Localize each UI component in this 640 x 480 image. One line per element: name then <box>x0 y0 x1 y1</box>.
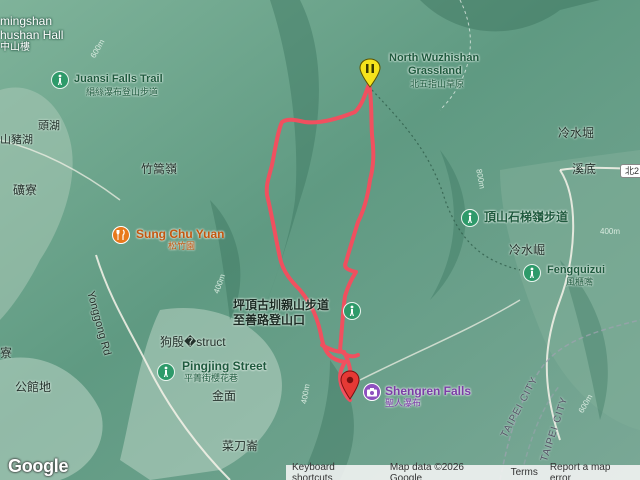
google-logo: Google <box>8 456 69 476</box>
place-label: 頭湖 <box>38 120 60 132</box>
hiking-icon[interactable] <box>157 363 175 381</box>
place-label: 菜刀崙 <box>222 439 259 453</box>
place-label: 金面 <box>212 389 237 403</box>
place-label: 溪底 <box>572 162 597 176</box>
north-wuzhishan-label: Grassland <box>408 65 462 77</box>
trail-start-marker-icon[interactable] <box>359 58 381 88</box>
hiking-icon[interactable] <box>461 209 479 227</box>
place-label: 竹篙嶺 <box>141 162 178 176</box>
hiking-icon[interactable] <box>523 264 541 282</box>
sung-chu-yuan-label[interactable]: Sung Chu Yuan <box>136 228 224 240</box>
place-label: 中山樓 <box>0 42 30 53</box>
juansi-trail-label[interactable]: Juansi Falls Trail <box>74 74 163 85</box>
highway-shield: 北2 <box>620 162 640 178</box>
keyboard-shortcuts-link[interactable]: Keyboard shortcuts <box>286 462 384 480</box>
place-label: mingshan <box>0 14 53 28</box>
place-label: 礦寮 <box>13 183 38 197</box>
contour-label: 400m <box>600 227 621 236</box>
report-error-link[interactable]: Report a map error <box>544 462 640 480</box>
pingding-trail-label[interactable]: 坪頂古圳親山步道 <box>233 299 329 311</box>
place-label: 寮 <box>0 346 13 360</box>
place-label: 冷水堀 <box>558 126 595 140</box>
pingjing-street-label[interactable]: Pingjing Street <box>182 360 267 372</box>
shengren-falls-label[interactable]: Shengren Falls <box>385 385 471 397</box>
north-wuzhishan-label-zh: 北五指山草原 <box>410 79 465 89</box>
place-label: 狗殷�struct <box>160 335 226 349</box>
hiking-icon[interactable] <box>51 71 69 89</box>
dingshan-trail-label[interactable]: 頂山石梯嶺步道 <box>484 211 568 223</box>
hiking-icon[interactable] <box>343 302 361 320</box>
map-data-attribution: Map data ©2026 Google <box>389 461 464 480</box>
fengquizui-label[interactable]: Fengquizui <box>547 265 605 276</box>
sung-chu-yuan-label-zh: 松竹園 <box>168 241 196 251</box>
place-label: hushan Hall <box>0 28 64 42</box>
shengren-falls-label-zh: 聖人瀑布 <box>385 398 422 408</box>
fengquizui-label-zh: 風櫃嘴 <box>566 277 594 287</box>
camera-icon[interactable] <box>363 383 381 401</box>
place-label: 冷水崛 <box>509 243 546 257</box>
pingjing-street-label-zh: 平菁街櫻花巷 <box>184 373 239 383</box>
map-footer: Keyboard shortcuts Map data ©2026 Google… <box>286 461 640 480</box>
juansi-trail-label-zh: 絹絲瀑布登山步道 <box>86 87 159 97</box>
terrain-map[interactable] <box>0 0 640 480</box>
restaurant-icon[interactable] <box>112 226 130 244</box>
north-wuzhishan-label[interactable]: North Wuzhishan <box>389 53 479 64</box>
highway-shield-label: 北2 <box>620 164 640 178</box>
pingding-trail-label: 至善路登山口 <box>233 313 306 327</box>
trail-end-marker-icon[interactable] <box>340 370 360 400</box>
place-label: 公館地 <box>15 380 52 394</box>
place-label: 山豬湖 <box>0 134 33 146</box>
terms-link[interactable]: Terms <box>505 467 544 478</box>
